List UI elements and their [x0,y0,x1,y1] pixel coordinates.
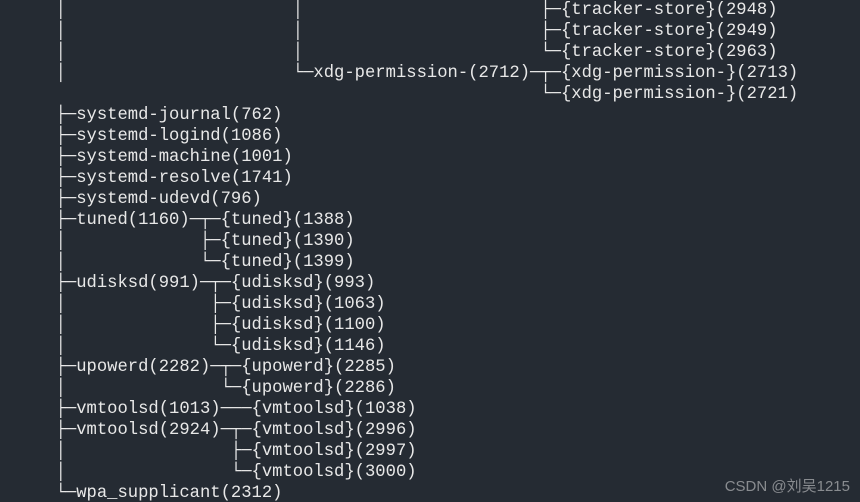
pstree-output: │ │ ├─{tracker-store}(2948) │ │ ├─{track… [0,0,860,502]
